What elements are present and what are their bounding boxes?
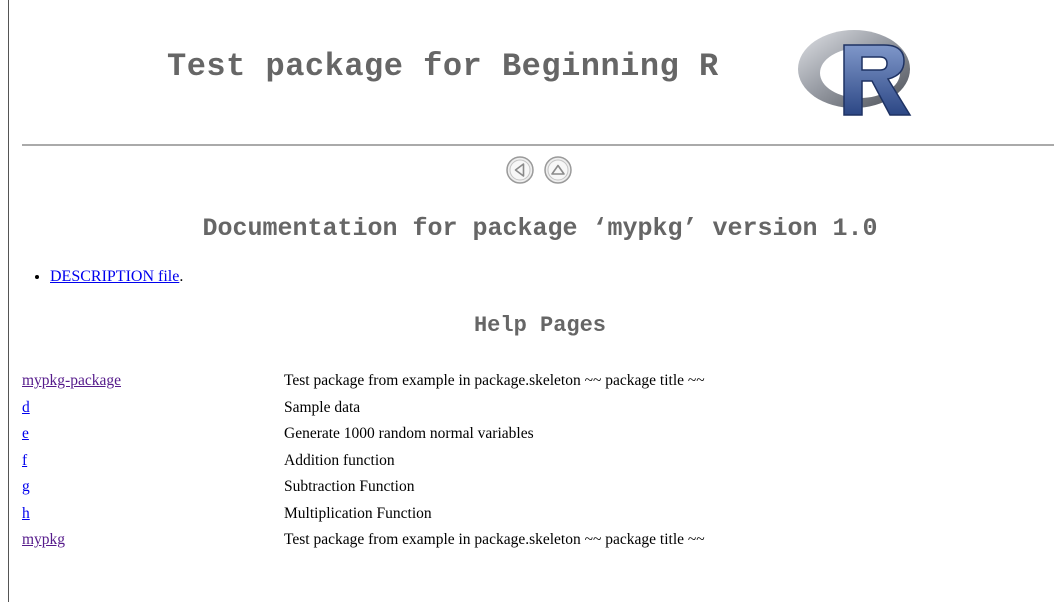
header-divider xyxy=(22,144,1054,146)
help-page-link[interactable]: g xyxy=(22,478,30,495)
description-file-link[interactable]: DESCRIPTION file xyxy=(50,268,179,285)
help-page-name-cell: mypkg-package xyxy=(22,368,284,395)
documentation-title: Documentation for package ‘mypkg’ versio… xyxy=(202,214,878,243)
help-page-link[interactable]: h xyxy=(22,505,30,522)
table-row: mypkg Test package from example in packag… xyxy=(22,527,705,554)
help-page-name-cell: e xyxy=(22,421,284,448)
help-page-link[interactable]: f xyxy=(22,452,27,469)
help-pages-title: Help Pages xyxy=(473,313,607,338)
nav-arrows xyxy=(505,155,585,187)
help-page-name-cell: mypkg xyxy=(22,527,284,554)
table-row: h Multiplication Function xyxy=(22,501,705,528)
help-page-link[interactable]: d xyxy=(22,399,30,416)
help-page-link[interactable]: mypkg-package xyxy=(22,372,121,389)
help-page-name-cell: f xyxy=(22,448,284,475)
table-row: g Subtraction Function xyxy=(22,474,705,501)
back-arrow-icon[interactable] xyxy=(505,155,535,185)
help-page-description: Multiplication Function xyxy=(284,504,432,522)
help-page-description: Sample data xyxy=(284,398,361,416)
help-page-description: Subtraction Function xyxy=(284,478,415,496)
help-pages-table: mypkg-package Test package from example i… xyxy=(22,368,705,554)
help-page-name-cell: d xyxy=(22,395,284,422)
page-header: Test package for Beginning R xyxy=(0,18,1054,128)
description-suffix: . xyxy=(179,268,184,285)
table-row: mypkg-package Test package from example i… xyxy=(22,368,705,395)
help-page-description: Test package from example in package.ske… xyxy=(284,372,705,390)
table-row: e Generate 1000 random normal variables xyxy=(22,421,705,448)
description-item: DESCRIPTION file. xyxy=(50,268,183,286)
header-title: Test package for Beginning R xyxy=(167,48,719,85)
r-logo xyxy=(798,30,912,116)
table-row: f Addition function xyxy=(22,448,705,475)
help-page-description: Test package from example in package.ske… xyxy=(284,531,705,549)
help-page-link[interactable]: mypkg xyxy=(22,531,65,548)
help-page-name-cell: g xyxy=(22,474,284,501)
up-arrow-icon[interactable] xyxy=(543,155,573,185)
description-list: DESCRIPTION file. xyxy=(30,268,183,286)
help-page-name-cell: h xyxy=(22,501,284,528)
help-page-description: Addition function xyxy=(284,451,395,469)
table-row: d Sample data xyxy=(22,395,705,422)
help-page-description: Generate 1000 random normal variables xyxy=(284,425,534,443)
help-page-link[interactable]: e xyxy=(22,425,29,442)
